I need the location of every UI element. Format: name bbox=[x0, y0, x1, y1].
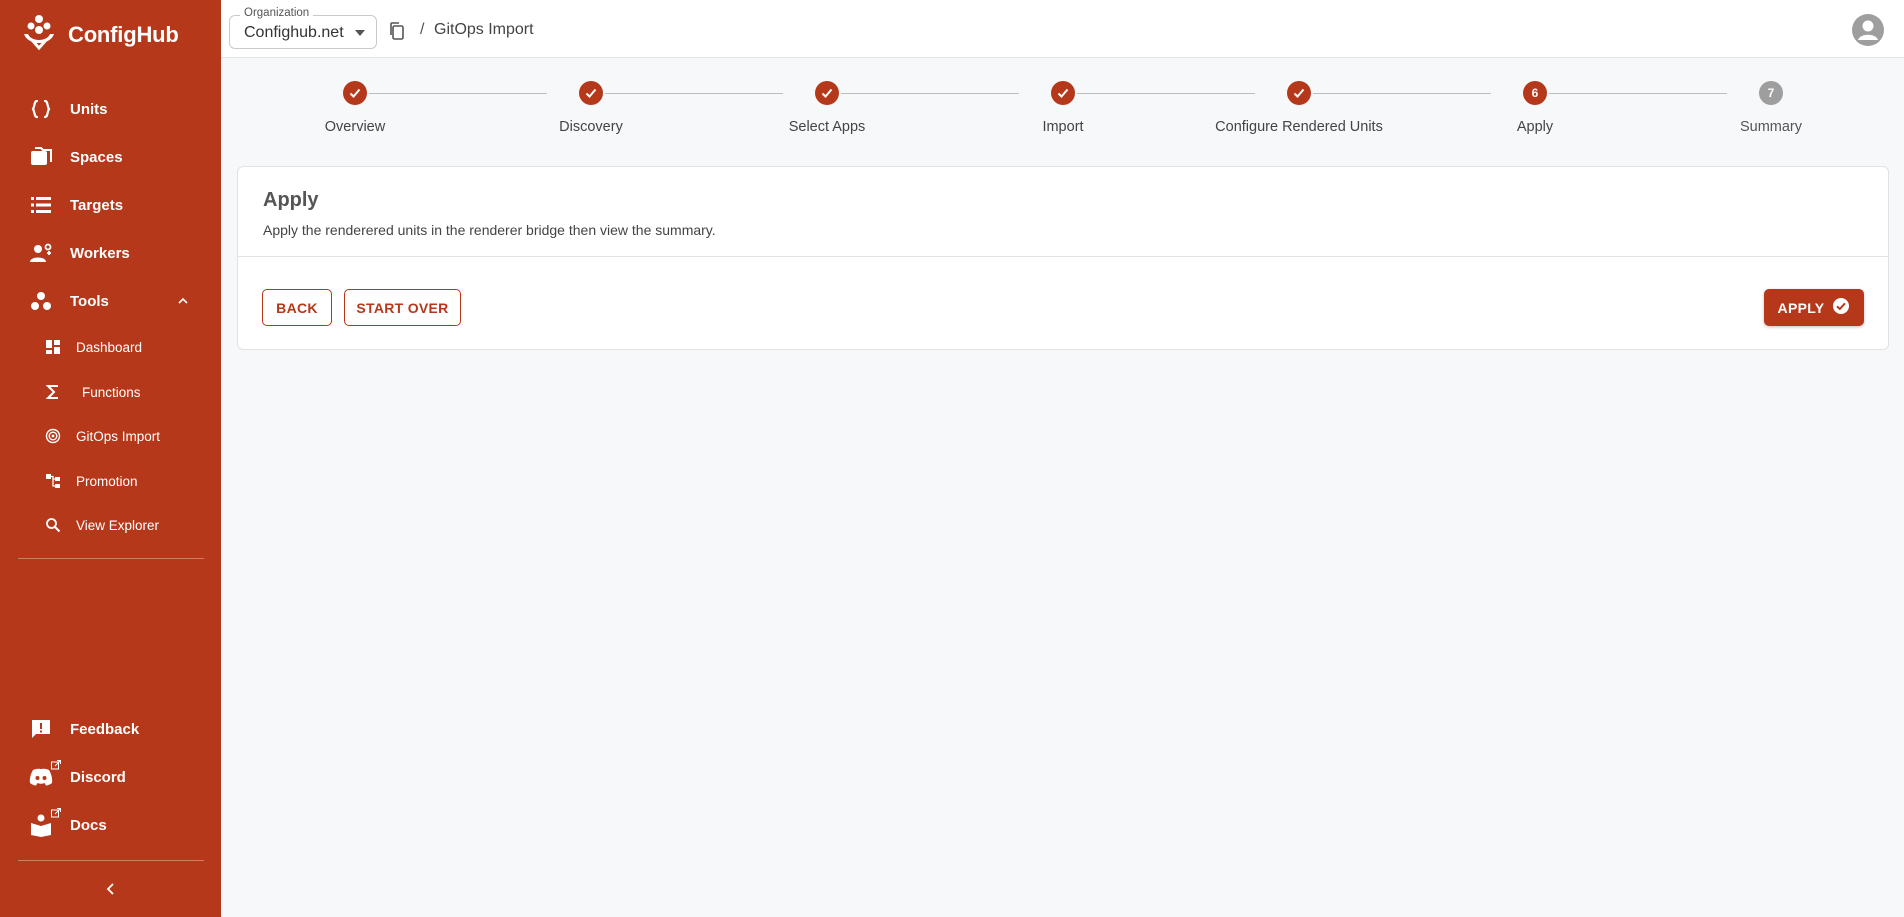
step-number: 6 bbox=[1523, 81, 1547, 105]
sidebar-item-label: Workers bbox=[70, 244, 130, 262]
external-link-icon bbox=[51, 760, 61, 772]
confighub-logo-icon bbox=[20, 14, 58, 57]
step-summary: 7 Summary bbox=[1671, 78, 1871, 135]
sidebar-subitem-gitops-import[interactable]: GitOps Import bbox=[44, 427, 160, 445]
sidebar-item-feedback[interactable]: Feedback bbox=[28, 716, 139, 742]
sidebar-item-tools[interactable]: Tools bbox=[28, 288, 109, 314]
sidebar-item-label: Units bbox=[70, 100, 108, 118]
step-apply: 6 Apply bbox=[1435, 78, 1635, 135]
sidebar-item-label: Spaces bbox=[70, 148, 123, 166]
feedback-icon bbox=[28, 716, 54, 742]
check-icon bbox=[1287, 81, 1311, 105]
external-link-icon bbox=[51, 808, 61, 820]
organization-label: Organization bbox=[240, 7, 314, 19]
sidebar-subitem-label: View Explorer bbox=[76, 517, 160, 533]
apply-button-label: APPLY bbox=[1777, 299, 1825, 316]
caret-down-icon bbox=[355, 30, 365, 36]
sidebar-item-targets[interactable]: Targets bbox=[28, 192, 123, 218]
sidebar-item-label: Discord bbox=[70, 768, 126, 786]
sigma-icon bbox=[44, 383, 62, 401]
sidebar-divider bbox=[18, 558, 204, 559]
sidebar-subitem-dashboard[interactable]: Dashboard bbox=[44, 338, 142, 356]
folders-icon bbox=[28, 144, 54, 170]
step-label: Import bbox=[1042, 119, 1084, 135]
sidebar: ConfigHub Units Spaces Targets Workers T… bbox=[0, 0, 221, 917]
chevron-up-icon[interactable] bbox=[176, 294, 190, 308]
workers-icon bbox=[28, 240, 54, 266]
sidebar-item-units[interactable]: Units bbox=[28, 96, 108, 122]
sidebar-item-label: Targets bbox=[70, 196, 124, 214]
check-icon bbox=[815, 81, 839, 105]
card-title: Apply bbox=[263, 189, 319, 211]
brand-name: ConfigHub bbox=[68, 22, 179, 47]
step-discovery: Discovery bbox=[491, 78, 691, 135]
sidebar-subitem-label: Dashboard bbox=[76, 339, 143, 355]
sidebar-subitem-view-explorer[interactable]: View Explorer bbox=[44, 516, 159, 534]
check-circle-icon bbox=[1832, 297, 1850, 318]
sidebar-item-discord[interactable]: Discord bbox=[28, 764, 126, 790]
step-label: Overview bbox=[324, 119, 386, 135]
organization-select[interactable]: Organization Confighub.net bbox=[229, 7, 377, 49]
brand[interactable]: ConfigHub bbox=[20, 14, 179, 56]
step-overview: Overview bbox=[255, 78, 455, 135]
step-label: Discovery bbox=[559, 119, 623, 135]
sidebar-subitem-label: GitOps Import bbox=[76, 428, 161, 444]
sidebar-item-label: Docs bbox=[70, 816, 107, 834]
step-import: Import bbox=[963, 78, 1163, 135]
check-icon bbox=[343, 81, 367, 105]
step-label: Summary bbox=[1739, 119, 1803, 135]
top-bar: Organization Confighub.net / GitOps Impo… bbox=[221, 0, 1904, 58]
list-icon bbox=[28, 192, 54, 218]
card-divider bbox=[238, 256, 1888, 257]
check-icon bbox=[579, 81, 603, 105]
step-select-apps: Select Apps bbox=[727, 78, 927, 135]
sidebar-item-label: Feedback bbox=[70, 720, 140, 738]
apply-button[interactable]: APPLY bbox=[1764, 289, 1864, 326]
step-configure-rendered-units: Configure Rendered Units bbox=[1199, 78, 1399, 135]
step-label: Apply bbox=[1516, 119, 1554, 135]
step-label: Select Apps bbox=[788, 119, 866, 135]
sidebar-item-workers[interactable]: Workers bbox=[28, 240, 130, 266]
start-over-button[interactable]: START OVER bbox=[344, 289, 461, 326]
search-icon bbox=[44, 516, 62, 534]
sidebar-subitem-label: Promotion bbox=[76, 473, 138, 489]
stepper: Overview Discovery Select Apps Import Co… bbox=[237, 78, 1889, 148]
avatar[interactable] bbox=[1852, 14, 1884, 46]
copy-icon[interactable] bbox=[387, 21, 407, 41]
sidebar-item-docs[interactable]: Docs bbox=[28, 812, 107, 838]
sidebar-divider bbox=[18, 860, 204, 861]
sidebar-item-label: Tools bbox=[70, 292, 109, 310]
back-button[interactable]: BACK bbox=[262, 289, 332, 326]
apply-card: Apply Apply the renderered units in the … bbox=[237, 166, 1889, 350]
promotion-icon bbox=[44, 472, 62, 490]
organization-value: Confighub.net bbox=[244, 24, 344, 41]
tools-icon bbox=[28, 288, 54, 314]
breadcrumb: GitOps Import bbox=[434, 21, 534, 38]
step-label: Configure Rendered Units bbox=[1215, 119, 1383, 135]
collapse-sidebar-button[interactable] bbox=[100, 878, 122, 900]
user-icon bbox=[1858, 20, 1878, 40]
check-icon bbox=[1051, 81, 1075, 105]
chevron-left-icon bbox=[106, 883, 114, 895]
braces-icon bbox=[28, 96, 54, 122]
card-description: Apply the renderered units in the render… bbox=[263, 222, 716, 238]
dashboard-icon bbox=[44, 338, 62, 356]
sidebar-item-spaces[interactable]: Spaces bbox=[28, 144, 123, 170]
sidebar-subitem-functions[interactable]: Functions bbox=[44, 383, 141, 401]
sidebar-subitem-promotion[interactable]: Promotion bbox=[44, 472, 138, 490]
target-icon bbox=[44, 427, 62, 445]
breadcrumb-separator: / bbox=[420, 21, 425, 38]
sidebar-subitem-label: Functions bbox=[82, 384, 141, 400]
step-number: 7 bbox=[1759, 81, 1783, 105]
